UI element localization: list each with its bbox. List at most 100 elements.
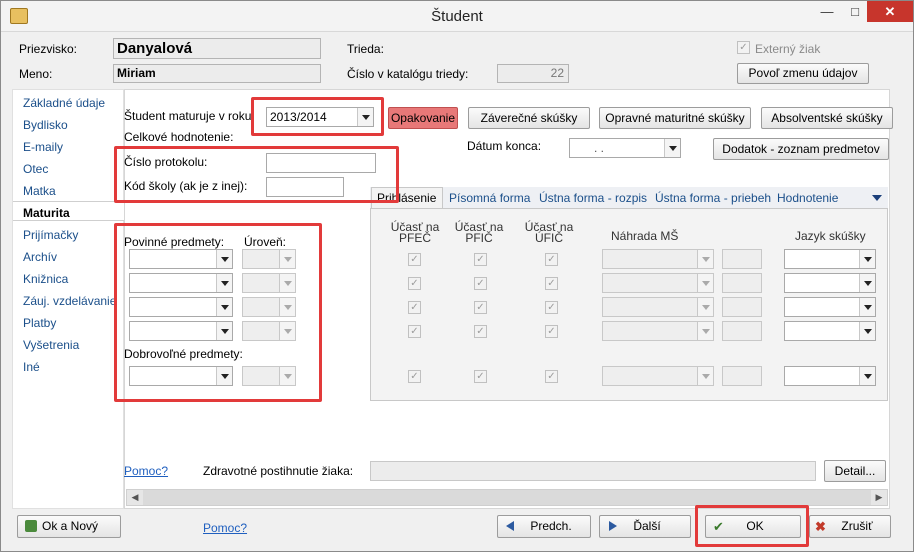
- nahrada-extra[interactable]: [722, 249, 762, 269]
- detail-button[interactable]: Detail...: [824, 460, 886, 482]
- chevron-down-icon: [216, 298, 232, 316]
- graduate-exams-button[interactable]: Absolventské skúšky: [761, 107, 893, 129]
- cancel-label: Zrušiť: [841, 519, 873, 533]
- year-select[interactable]: 2013/2014: [266, 107, 374, 127]
- nahrada-select[interactable]: [602, 321, 714, 341]
- arrow-left-icon: [506, 521, 514, 531]
- pfec-checkbox[interactable]: ✓: [408, 370, 421, 383]
- protocol-input[interactable]: [266, 153, 376, 173]
- nahrada-select[interactable]: [602, 249, 714, 269]
- final-exams-button[interactable]: Záverečné skúšky: [468, 107, 590, 129]
- pfec-checkbox[interactable]: ✓: [408, 301, 421, 314]
- pfec-checkbox[interactable]: ✓: [408, 277, 421, 290]
- ok-new-icon: [25, 520, 37, 532]
- nahrada-select[interactable]: [602, 297, 714, 317]
- level-select[interactable]: [242, 366, 296, 386]
- col-nahrada-header: Náhrada MŠ: [611, 229, 679, 243]
- ufic-checkbox[interactable]: ✓: [545, 325, 558, 338]
- sidebar-item-platby[interactable]: Platby: [23, 316, 56, 330]
- minimize-button[interactable]: —: [813, 1, 841, 22]
- scroll-right-icon[interactable]: ▶: [871, 490, 887, 505]
- chevron-down-icon: [859, 250, 875, 268]
- sidebar-item-maturita[interactable]: Maturita: [23, 206, 70, 220]
- pfic-checkbox[interactable]: ✓: [474, 370, 487, 383]
- ufic-checkbox[interactable]: ✓: [545, 301, 558, 314]
- level-select[interactable]: [242, 321, 296, 341]
- chevron-down-icon: [216, 322, 232, 340]
- help-link-panel[interactable]: Pomoc?: [124, 464, 168, 478]
- sidebar-item-zakladne-udaje[interactable]: Základné údaje: [23, 96, 105, 110]
- external-label: Externý žiak: [755, 42, 821, 56]
- sidebar-item-kniznica[interactable]: Knižnica: [23, 272, 68, 286]
- sidebar-item-otec[interactable]: Otec: [23, 162, 48, 176]
- catalog-field[interactable]: 22: [497, 64, 569, 83]
- sidebar-item-e-maily[interactable]: E-maily: [23, 140, 63, 154]
- voluntary-subject-select[interactable]: [129, 366, 233, 386]
- tab-ustna-rozpis[interactable]: Ústna forma - rozpis: [539, 191, 647, 205]
- close-button[interactable]: ✕: [867, 1, 913, 22]
- maximize-button[interactable]: □: [841, 1, 869, 22]
- end-date-label: Dátum konca:: [467, 139, 542, 153]
- sidebar-item-prijimacky[interactable]: Prijímačky: [23, 228, 78, 242]
- supplement-button[interactable]: Dodatok - zoznam predmetov: [713, 138, 889, 160]
- school-code-input[interactable]: [266, 177, 344, 197]
- end-date-picker[interactable]: . .: [569, 138, 681, 158]
- sidebar-item-matka[interactable]: Matka: [23, 184, 56, 198]
- level-select[interactable]: [242, 273, 296, 293]
- chevron-down-icon: [859, 322, 875, 340]
- pfic-checkbox[interactable]: ✓: [474, 277, 487, 290]
- sidebar-item-archiv[interactable]: Archív: [23, 250, 57, 264]
- chevron-down-icon: [279, 250, 295, 268]
- ufic-checkbox[interactable]: ✓: [545, 277, 558, 290]
- jazyk-select[interactable]: [784, 366, 876, 386]
- name-field[interactable]: Miriam: [113, 64, 321, 83]
- chevron-down-icon: [697, 367, 713, 385]
- surname-field[interactable]: Danyalová: [113, 38, 321, 59]
- mandatory-subject-select[interactable]: [129, 273, 233, 293]
- tabs-overflow-icon[interactable]: [872, 195, 882, 201]
- nahrada-extra[interactable]: [722, 366, 762, 386]
- mandatory-subject-select[interactable]: [129, 249, 233, 269]
- correction-exams-button[interactable]: Opravné maturitné skúšky: [599, 107, 751, 129]
- jazyk-select[interactable]: [784, 273, 876, 293]
- scroll-left-icon[interactable]: ◀: [127, 490, 143, 505]
- nahrada-select[interactable]: [602, 273, 714, 293]
- help-link-footer[interactable]: Pomoc?: [203, 521, 247, 535]
- horizontal-scrollbar[interactable]: ◀ ▶: [126, 489, 888, 506]
- health-field[interactable]: [370, 461, 816, 481]
- level-select[interactable]: [242, 249, 296, 269]
- nahrada-extra[interactable]: [722, 321, 762, 341]
- sidebar-item-ine[interactable]: Iné: [23, 360, 40, 374]
- health-label: Zdravotné postihnutie žiaka:: [203, 464, 354, 478]
- tab-pisomna-forma[interactable]: Písomná forma: [449, 191, 530, 205]
- level-select[interactable]: [242, 297, 296, 317]
- repeat-button[interactable]: Opakovanie: [388, 107, 458, 129]
- ufic-checkbox[interactable]: ✓: [545, 370, 558, 383]
- nahrada-extra[interactable]: [722, 297, 762, 317]
- sidebar-item-vysetrenia[interactable]: Vyšetrenia: [23, 338, 79, 352]
- chevron-down-icon: [216, 274, 232, 292]
- jazyk-select[interactable]: [784, 321, 876, 341]
- sidebar-item-zauj-vzdelavanie[interactable]: Záuj. vzdelávanie: [23, 294, 116, 308]
- jazyk-select[interactable]: [784, 297, 876, 317]
- pfic-checkbox[interactable]: ✓: [474, 325, 487, 338]
- jazyk-select[interactable]: [784, 249, 876, 269]
- pfec-checkbox[interactable]: ✓: [408, 253, 421, 266]
- tab-hodnotenie[interactable]: Hodnotenie: [777, 191, 838, 205]
- ufic-checkbox[interactable]: ✓: [545, 253, 558, 266]
- sidebar-item-bydlisko[interactable]: Bydlisko: [23, 118, 68, 132]
- nahrada-extra[interactable]: [722, 273, 762, 293]
- tab-ustna-priebeh[interactable]: Ústna forma - priebeh: [655, 191, 771, 205]
- school-code-label: Kód školy (ak je z inej):: [124, 179, 248, 193]
- mandatory-subject-select[interactable]: [129, 297, 233, 317]
- mandatory-subject-select[interactable]: [129, 321, 233, 341]
- nahrada-select[interactable]: [602, 366, 714, 386]
- pfec-checkbox[interactable]: ✓: [408, 325, 421, 338]
- allow-change-button[interactable]: Povoľ zmenu údajov: [737, 63, 869, 84]
- chevron-down-icon: [216, 250, 232, 268]
- external-checkbox[interactable]: ✓: [737, 41, 750, 54]
- tab-prihlasenie[interactable]: Prihlásenie: [377, 191, 436, 205]
- ok-new-label: Ok a Nový: [42, 519, 99, 533]
- pfic-checkbox[interactable]: ✓: [474, 253, 487, 266]
- pfic-checkbox[interactable]: ✓: [474, 301, 487, 314]
